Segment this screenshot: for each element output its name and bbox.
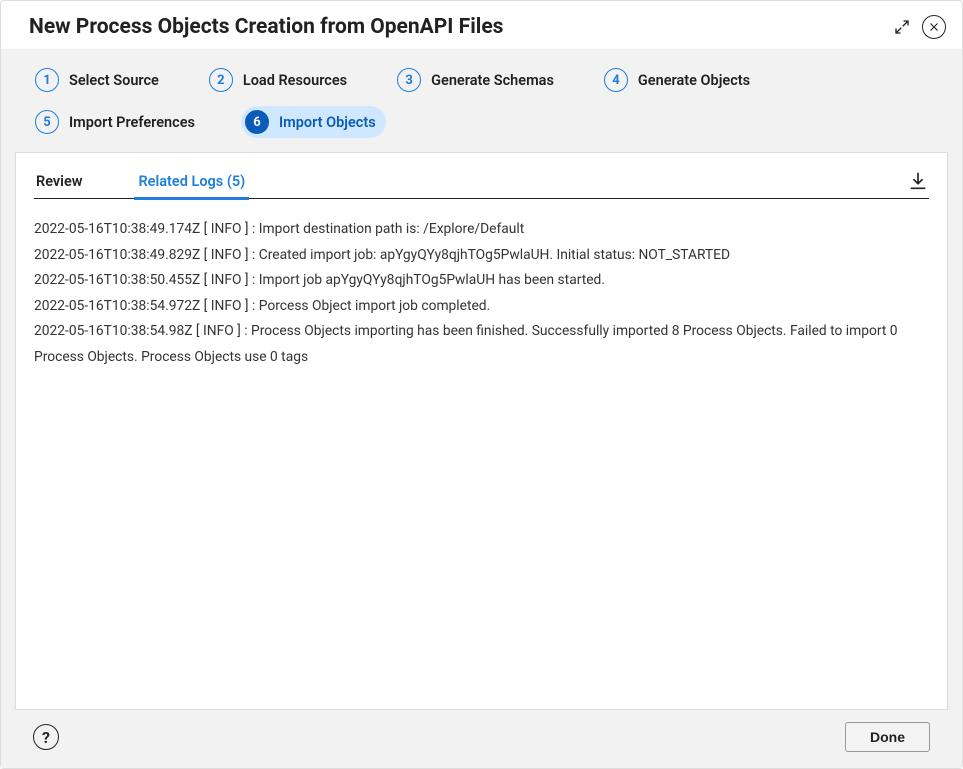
step-import-objects[interactable]: 6 Import Objects [241, 106, 386, 138]
close-icon[interactable] [922, 15, 946, 39]
header-icons [890, 15, 946, 39]
content-panel: Review Related Logs (5) 2022-05-16T10:38… [15, 152, 948, 710]
step-number: 1 [35, 68, 59, 92]
dialog-title: New Process Objects Creation from OpenAP… [29, 15, 890, 39]
step-label: Import Preferences [69, 114, 195, 131]
dialog-header: New Process Objects Creation from OpenAP… [1, 1, 962, 49]
step-label: Generate Schemas [431, 72, 554, 89]
step-label: Import Objects [279, 114, 376, 131]
dialog-footer: ? Done [15, 710, 948, 768]
dialog: New Process Objects Creation from OpenAP… [0, 0, 963, 769]
help-icon[interactable]: ? [33, 724, 59, 750]
tab-review[interactable]: Review [34, 169, 84, 198]
step-generate-schemas[interactable]: 3 Generate Schemas [393, 64, 564, 96]
step-number: 6 [245, 110, 269, 134]
step-label: Select Source [69, 72, 159, 89]
step-number: 4 [604, 68, 628, 92]
step-number: 5 [35, 110, 59, 134]
tab-row: Review Related Logs (5) [34, 169, 929, 199]
maximize-icon[interactable] [890, 15, 914, 39]
dialog-body: 1 Select Source 2 Load Resources 3 Gener… [1, 49, 962, 768]
step-select-source[interactable]: 1 Select Source [31, 64, 169, 96]
log-line: 2022-05-16T10:38:49.174Z [ INFO ] : Impo… [34, 217, 929, 243]
log-line: 2022-05-16T10:38:50.455Z [ INFO ] : Impo… [34, 268, 929, 294]
log-line: 2022-05-16T10:38:49.829Z [ INFO ] : Crea… [34, 243, 929, 269]
log-line: 2022-05-16T10:38:54.98Z [ INFO ] : Proce… [34, 319, 929, 370]
step-generate-objects[interactable]: 4 Generate Objects [600, 64, 760, 96]
step-import-preferences[interactable]: 5 Import Preferences [31, 106, 205, 138]
step-label: Generate Objects [638, 72, 750, 89]
tab-related-logs[interactable]: Related Logs (5) [136, 169, 247, 198]
log-line: 2022-05-16T10:38:54.972Z [ INFO ] : Porc… [34, 294, 929, 320]
done-button[interactable]: Done [845, 722, 930, 752]
log-list: 2022-05-16T10:38:49.174Z [ INFO ] : Impo… [34, 199, 929, 370]
wizard-steps: 1 Select Source 2 Load Resources 3 Gener… [15, 50, 948, 152]
step-number: 2 [209, 68, 233, 92]
step-label: Load Resources [243, 72, 347, 89]
download-icon[interactable] [907, 170, 929, 198]
step-number: 3 [397, 68, 421, 92]
step-load-resources[interactable]: 2 Load Resources [205, 64, 357, 96]
